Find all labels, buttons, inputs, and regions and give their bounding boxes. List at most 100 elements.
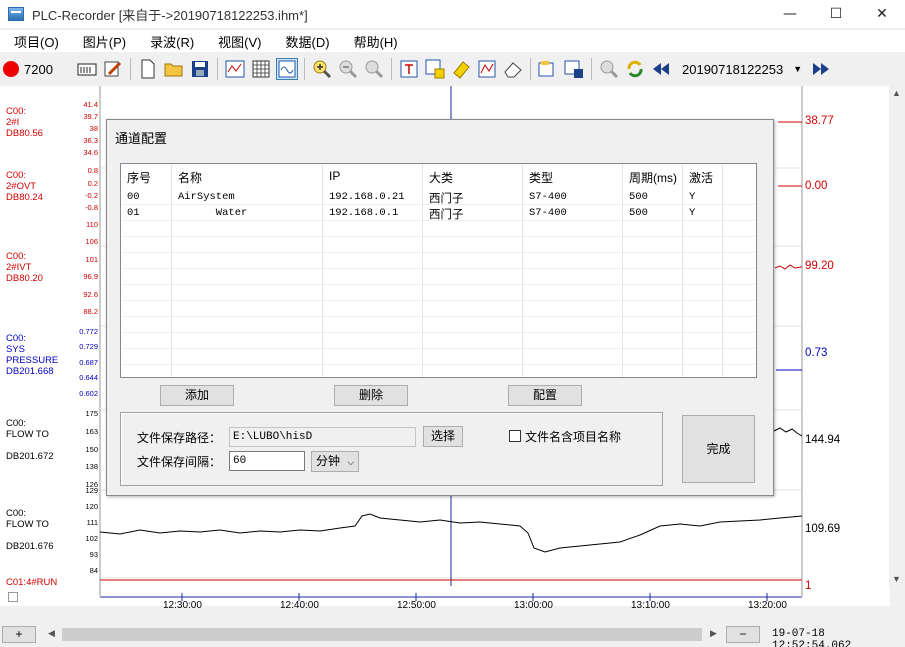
edit-icon[interactable]	[102, 58, 124, 80]
cursor-a-icon[interactable]	[424, 58, 446, 80]
save-icon[interactable]	[189, 58, 211, 80]
text-tool-icon[interactable]	[398, 58, 420, 80]
channel-label[interactable]: C00: FLOW TO DB201.676	[6, 508, 54, 552]
chart-window-icon[interactable]	[224, 58, 246, 80]
done-button[interactable]: 完成	[682, 415, 755, 483]
column-header[interactable]: 类型	[529, 169, 553, 186]
search-icon[interactable]	[598, 58, 620, 80]
tick-label: 88.2	[83, 307, 98, 316]
channel-config-dialog: 通道配置 序号 名称 IP 大类 类型 周期(ms) 激活 00 AirSyst…	[106, 119, 774, 496]
new-file-icon[interactable]	[137, 58, 159, 80]
add-button[interactable]: 添加	[160, 385, 234, 406]
eraser-icon[interactable]	[502, 58, 524, 80]
previous-file-icon[interactable]	[650, 58, 672, 80]
tick-label: 0.729	[79, 342, 98, 351]
record-count: 7200	[24, 61, 53, 77]
time-tick-label: 13:20:00	[748, 600, 787, 611]
channel-value: 0.00	[805, 180, 828, 192]
open-folder-icon[interactable]	[163, 58, 185, 80]
tick-label: -0.2	[85, 191, 98, 200]
table-row[interactable]: 00 AirSystem 192.168.0.21 西门子 S7-400 500…	[121, 189, 756, 205]
delete-button[interactable]: 删除	[334, 385, 408, 406]
tick-label: 36.3	[83, 136, 98, 145]
horizontal-scrollbar[interactable]: ◀ ▶	[44, 626, 724, 643]
record-indicator-icon	[3, 61, 19, 77]
next-file-icon[interactable]	[810, 58, 832, 80]
time-tick-label: 13:00:00	[514, 600, 553, 611]
wave-select-icon[interactable]	[276, 58, 298, 80]
channel-label[interactable]: C00: 2#I DB80.56	[6, 106, 43, 139]
column-header[interactable]: 名称	[178, 169, 202, 186]
scroll-right-icon[interactable]: ▶	[710, 628, 717, 639]
scroll-left-icon[interactable]: ◀	[48, 628, 55, 639]
maximize-button[interactable]: ☐	[813, 0, 859, 28]
tick-label: 92.6	[83, 290, 98, 299]
channel-label[interactable]: C00: SYS PRESSURE DB201.668	[6, 333, 58, 377]
zoom-reset-icon[interactable]	[363, 58, 385, 80]
menu-help[interactable]: 帮助(H)	[340, 32, 408, 51]
scroll-down-icon[interactable]: ▼	[892, 574, 901, 584]
menu-project[interactable]: 项目(O)	[0, 32, 69, 51]
window-title: PLC-Recorder [来自于->20190718122253.ihm*]	[32, 7, 308, 23]
interval-unit-select[interactable]: 分钟 ⌵	[311, 451, 359, 472]
column-header[interactable]: 大类	[429, 169, 453, 186]
column-header[interactable]: 序号	[127, 169, 151, 186]
tick-label: 34.6	[83, 148, 98, 157]
device-icon[interactable]	[76, 58, 98, 80]
chevron-down-icon: ⌵	[347, 457, 355, 467]
channel-value: 0.73	[805, 347, 828, 359]
scroll-up-icon[interactable]: ▲	[892, 88, 901, 98]
path-field[interactable]: E:\LUBO\hisD	[229, 427, 416, 447]
menu-picture[interactable]: 图片(P)	[69, 32, 136, 51]
channel-checkbox[interactable]	[8, 592, 18, 602]
zoom-out-icon[interactable]	[337, 58, 359, 80]
channel-label[interactable]: C00: FLOW TO DB201.672	[6, 418, 54, 462]
path-label: 文件保存路径：	[137, 431, 222, 445]
channel-list[interactable]: 序号 名称 IP 大类 类型 周期(ms) 激活 00 AirSystem 19…	[120, 163, 757, 378]
time-tick-label: 12:30:00	[163, 600, 202, 611]
channel-label[interactable]: C01:4#RUN	[6, 577, 57, 588]
column-header[interactable]: 周期(ms)	[629, 169, 677, 186]
tick-label: 120	[85, 502, 98, 511]
zoom-minus-button[interactable]: −	[726, 626, 760, 643]
measure-icon[interactable]	[476, 58, 498, 80]
tick-label: 39.7	[83, 112, 98, 121]
tick-label: 38	[89, 124, 98, 133]
select-path-button[interactable]: 选择	[423, 426, 463, 447]
menu-view[interactable]: 视图(V)	[204, 32, 271, 51]
save-chart-icon[interactable]	[563, 58, 585, 80]
refresh-icon[interactable]	[624, 58, 646, 80]
bottom-bar: + ◀ ▶ − 19-07-18 12:52:54.062	[0, 620, 905, 647]
zoom-in-icon[interactable]	[311, 58, 333, 80]
channel-value: 1	[805, 580, 812, 592]
table-row[interactable]: 01 Water 192.168.0.1 西门子 S7-400 500 Y	[121, 205, 756, 221]
tick-label: 93	[89, 550, 98, 559]
zoom-plus-button[interactable]: +	[2, 626, 36, 643]
config-button[interactable]: 配置	[508, 385, 582, 406]
interval-label: 文件保存间隔：	[137, 455, 222, 469]
menu-data[interactable]: 数据(D)	[272, 32, 340, 51]
chevron-down-icon: ▼	[793, 64, 803, 74]
interval-field[interactable]: 60	[229, 451, 305, 471]
channel-label[interactable]: C00: 2#IVT DB80.20	[6, 251, 43, 284]
cursor-ab-icon[interactable]	[450, 58, 472, 80]
file-selector[interactable]: 20190718122253 ▼	[682, 62, 802, 77]
grid-icon[interactable]	[250, 58, 272, 80]
tick-label: -0.8	[85, 203, 98, 212]
column-header[interactable]: IP	[329, 169, 340, 183]
tick-label: 150	[85, 445, 98, 454]
export-image-icon[interactable]	[537, 58, 559, 80]
include-name-checkbox[interactable]	[509, 430, 521, 442]
channel-label[interactable]: C00: 2#OVT DB80.24	[6, 170, 43, 203]
toolbar: 7200 20190718122253 ▼	[0, 54, 905, 84]
tick-label: 0.687	[79, 358, 98, 367]
close-button[interactable]: ✕	[859, 0, 905, 28]
dialog-title: 通道配置	[115, 131, 168, 146]
menu-record[interactable]: 录波(R)	[136, 32, 204, 51]
minimize-button[interactable]: —	[767, 0, 813, 28]
tick-label: 0.772	[79, 327, 98, 336]
scroll-thumb[interactable]	[62, 628, 702, 641]
vertical-scrollbar[interactable]: ▲ ▼	[889, 86, 905, 588]
column-header[interactable]: 激活	[689, 169, 713, 186]
tick-label: 101	[85, 255, 98, 264]
